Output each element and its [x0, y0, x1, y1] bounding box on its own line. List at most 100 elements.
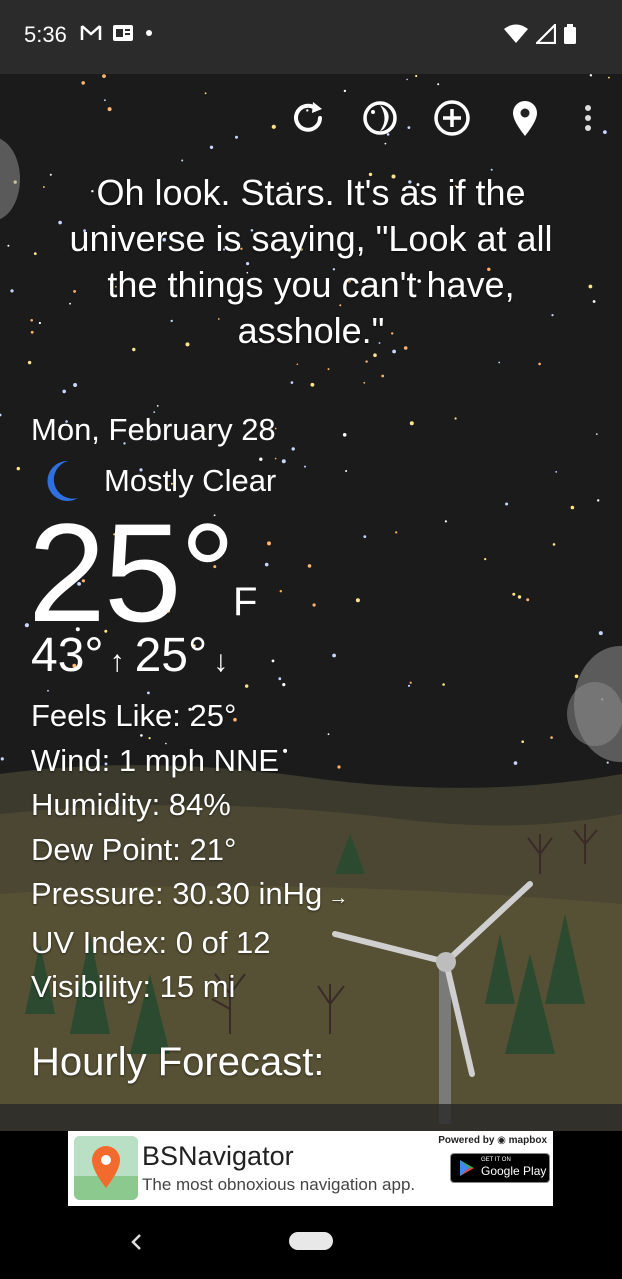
toolbar [0, 96, 622, 140]
theme-button[interactable] [358, 96, 402, 140]
wind: Wind: 1 mph NNE [31, 742, 280, 778]
star [363, 381, 366, 384]
star [498, 361, 501, 364]
star [209, 145, 214, 149]
signal-icon [536, 24, 556, 44]
star [81, 81, 85, 85]
low-arrow-icon: ↓ [213, 645, 229, 678]
star [574, 674, 579, 679]
location-button[interactable] [503, 96, 547, 140]
star [606, 761, 609, 764]
ad-title: BSNavigator [142, 1141, 294, 1171]
ad-subtitle: The most obnoxious navigation app. [142, 1175, 416, 1194]
star [278, 677, 282, 681]
news-icon [113, 25, 133, 41]
refresh-button[interactable] [286, 96, 330, 140]
star [312, 603, 316, 607]
theme-icon [363, 101, 397, 135]
star [409, 681, 412, 684]
star [30, 319, 33, 322]
star [0, 757, 4, 761]
star [16, 466, 20, 471]
star [343, 89, 347, 93]
dot-icon [146, 30, 152, 36]
current-temperature: 25° [28, 494, 236, 651]
snarky-quote: Oh look. Stars. It's as if the universe … [69, 172, 553, 351]
star [588, 284, 593, 289]
google-play-badge[interactable]: GET IT ON Google Play [450, 1153, 550, 1183]
store-big-text: Google Play [481, 1164, 547, 1178]
status-time: 5:36 [24, 22, 67, 47]
back-icon[interactable] [124, 1227, 148, 1257]
star [505, 502, 509, 506]
star [156, 405, 159, 407]
bsnavigator-logo [74, 1136, 138, 1200]
star [513, 761, 518, 765]
star [245, 684, 249, 688]
hourly-forecast-strip[interactable] [0, 1104, 622, 1131]
wifi-icon [504, 24, 528, 43]
play-store-icon [460, 1160, 474, 1176]
star [327, 368, 330, 371]
star [415, 74, 418, 78]
star [444, 520, 447, 523]
star [264, 562, 269, 567]
star [384, 142, 387, 145]
star [589, 74, 593, 77]
star [395, 531, 398, 534]
battery-icon [564, 24, 576, 44]
star [538, 362, 541, 366]
home-pill[interactable] [289, 1232, 333, 1250]
low-temp: 25° [134, 629, 208, 682]
more-options-button[interactable] [566, 96, 610, 140]
star [181, 159, 184, 162]
hourly-forecast-title: Hourly Forecast: [31, 1040, 325, 1084]
status-left-icons [80, 24, 154, 42]
high-low-temps: 43° ↑ 25° ↓ [31, 628, 238, 683]
star [345, 470, 348, 472]
star [597, 499, 600, 502]
add-location-icon [434, 100, 470, 136]
star [204, 92, 207, 95]
star [296, 363, 299, 366]
star [267, 541, 271, 546]
star [27, 360, 32, 365]
humidity: Humidity: 84% [31, 787, 231, 822]
star [437, 83, 440, 86]
star [33, 252, 37, 256]
ad-area: BSNavigator The most obnoxious navigatio… [0, 1131, 622, 1221]
temperature-unit: F [233, 580, 258, 624]
uv-index: UV Index: 0 of 12 [31, 924, 271, 960]
visibility: Visibility: 15 mi [31, 969, 236, 1004]
pressure-row: Pressure: 30.30 inHg → [31, 872, 348, 921]
current-date: Mon, February 28 [31, 412, 276, 447]
refresh-icon [294, 102, 322, 132]
high-temp: 43° [31, 629, 104, 682]
star [73, 383, 78, 387]
navigation-bar [0, 1221, 622, 1279]
star [332, 653, 336, 658]
status-right-icons [504, 24, 576, 44]
star [291, 447, 295, 451]
ad-banner[interactable]: BSNavigator The most obnoxious navigatio… [68, 1131, 553, 1206]
star [271, 659, 275, 663]
star [555, 471, 558, 473]
star [526, 598, 530, 602]
star [442, 683, 445, 686]
star [310, 382, 315, 387]
star [281, 459, 286, 464]
star [517, 595, 522, 599]
dew-point: Dew Point: 21° [31, 831, 237, 867]
star [282, 683, 286, 687]
star [47, 689, 49, 692]
star [406, 78, 408, 81]
star [304, 465, 306, 468]
star [279, 590, 282, 593]
pressure: Pressure: 30.30 inHg [31, 876, 323, 911]
star [62, 389, 66, 394]
star [512, 592, 516, 596]
add-location-button[interactable] [430, 96, 474, 140]
star [550, 736, 553, 739]
star [30, 330, 34, 334]
store-small-text: GET IT ON [481, 1157, 511, 1163]
